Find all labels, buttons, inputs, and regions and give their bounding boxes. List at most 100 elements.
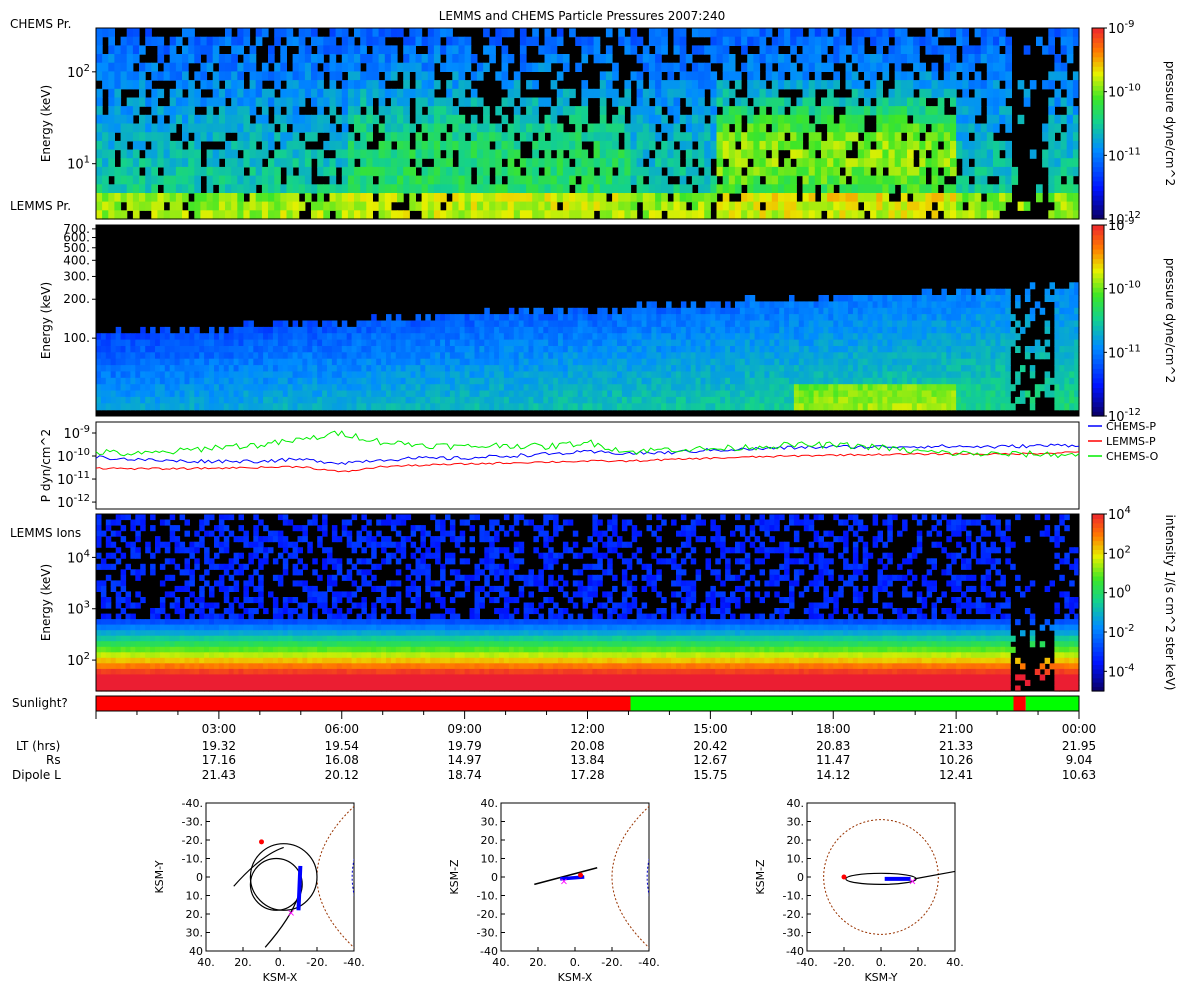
heatmap-cell xyxy=(674,37,681,46)
heatmap-cell xyxy=(386,403,392,410)
heatmap-cell xyxy=(993,202,1000,211)
heatmap-cell xyxy=(207,193,214,202)
heatmap-cell xyxy=(155,346,161,353)
heatmap-cell xyxy=(446,184,453,193)
heatmap-cell xyxy=(145,28,152,37)
heatmap-cell xyxy=(416,63,423,72)
heatmap-cell xyxy=(717,202,724,211)
heatmap-cell xyxy=(575,37,582,46)
heatmap-cell xyxy=(838,371,844,378)
heatmap-cell xyxy=(406,371,412,378)
heatmap-cell xyxy=(769,378,775,385)
heatmap-cell xyxy=(108,132,115,141)
heatmap-cell xyxy=(637,176,644,185)
heatmap-cell xyxy=(843,352,849,359)
heatmap-cell xyxy=(968,202,975,211)
heatmap-cell xyxy=(445,371,451,378)
heatmap-cell xyxy=(651,346,657,353)
heatmap-cell xyxy=(529,314,535,321)
heatmap-cell xyxy=(379,193,386,202)
heatmap-cell xyxy=(676,391,682,398)
heatmap-cell xyxy=(730,384,736,391)
heatmap-cell xyxy=(913,80,920,89)
heatmap-cell xyxy=(833,391,839,398)
heatmap-cell xyxy=(573,308,579,315)
heatmap-cell xyxy=(551,37,558,46)
heatmap-cell xyxy=(779,365,785,372)
heatmap-cell xyxy=(459,176,466,185)
heatmap-cell xyxy=(342,397,348,404)
heatmap-cell xyxy=(484,397,490,404)
heatmap-cell xyxy=(766,158,773,167)
heatmap-cell xyxy=(799,352,805,359)
heatmap-cell xyxy=(925,28,932,37)
heatmap-cell xyxy=(975,54,982,63)
heatmap-cell xyxy=(661,378,667,385)
heatmap-cell xyxy=(558,308,564,315)
heatmap-cell xyxy=(293,158,300,167)
heatmap-cell xyxy=(833,167,840,176)
heatmap-cell xyxy=(489,202,496,211)
heatmap-cell xyxy=(799,314,805,321)
heatmap-cell xyxy=(895,28,902,37)
heatmap-cell xyxy=(764,340,770,347)
heatmap-cell xyxy=(618,150,625,159)
heatmap-cell xyxy=(701,359,707,366)
heatmap-cell xyxy=(409,184,416,193)
heatmap-cell xyxy=(502,71,509,80)
heatmap-cell xyxy=(671,340,677,347)
heatmap-cell xyxy=(809,202,816,211)
heatmap-cell xyxy=(409,193,416,202)
heatmap-cell xyxy=(470,378,476,385)
heatmap-cell xyxy=(950,28,957,37)
heatmap-cell xyxy=(483,167,490,176)
heatmap-cell xyxy=(317,167,324,176)
heatmap-cell xyxy=(794,371,800,378)
heatmap-cell xyxy=(710,346,716,353)
heatmap-cell xyxy=(336,98,343,107)
heatmap-cell xyxy=(656,346,662,353)
heatmap-cell xyxy=(642,391,648,398)
heatmap-cell xyxy=(809,321,815,328)
heatmap-cell xyxy=(710,365,716,372)
heatmap-cell xyxy=(204,403,210,410)
heatmap-cell xyxy=(913,141,920,150)
heatmap-cell xyxy=(508,132,515,141)
heatmap-cell xyxy=(514,184,521,193)
heatmap-cell xyxy=(553,321,559,328)
heatmap-cell xyxy=(330,98,337,107)
heatmap-cell xyxy=(956,184,963,193)
heatmap-cell xyxy=(280,202,287,211)
heatmap-cell xyxy=(170,63,177,72)
heatmap-cell xyxy=(243,202,250,211)
heatmap-cell xyxy=(446,54,453,63)
heatmap-cell xyxy=(127,158,134,167)
heatmap-cell xyxy=(649,63,656,72)
heatmap-cell xyxy=(919,63,926,72)
heatmap-cell xyxy=(723,54,730,63)
heatmap-cell xyxy=(975,106,982,115)
heatmap-cell xyxy=(784,37,791,46)
heatmap-cell xyxy=(287,193,294,202)
heatmap-cell xyxy=(730,352,736,359)
heatmap-cell xyxy=(287,98,294,107)
heatmap-cell xyxy=(1067,28,1074,37)
heatmap-cell xyxy=(262,202,269,211)
heatmap-cell xyxy=(1061,202,1068,211)
heatmap-cell xyxy=(258,391,264,398)
chems-colorbar-swatch xyxy=(1092,38,1104,43)
heatmap-cell xyxy=(821,193,828,202)
heatmap-cell xyxy=(524,327,530,334)
heatmap-cell xyxy=(741,210,748,219)
heatmap-cell xyxy=(607,333,613,340)
heatmap-cell xyxy=(588,340,594,347)
heatmap-cell xyxy=(778,202,785,211)
heatmap-cell xyxy=(686,333,692,340)
heatmap-cell xyxy=(701,403,707,410)
heatmap-cell xyxy=(133,176,140,185)
heatmap-cell xyxy=(250,132,257,141)
heatmap-cell xyxy=(828,391,834,398)
heatmap-cell xyxy=(379,63,386,72)
heatmap-cell xyxy=(354,80,361,89)
heatmap-cell xyxy=(145,184,152,193)
